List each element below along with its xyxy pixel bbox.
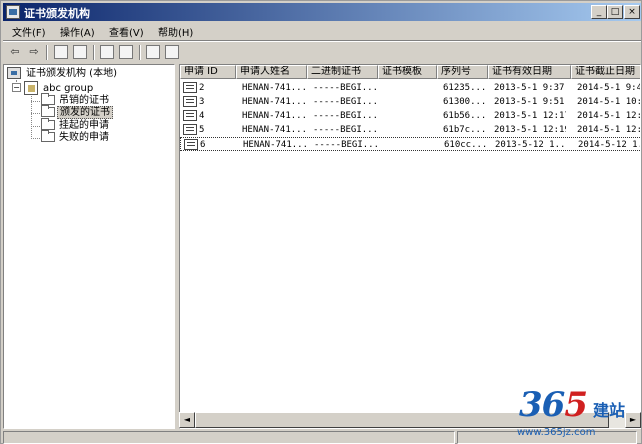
cell-valid-to: 2014-5-1 10:0: [577, 97, 641, 107]
cell-binary: -----BEGI...: [314, 140, 380, 150]
cell-binary: -----BEGI...: [313, 97, 379, 107]
ca-server-icon: [24, 81, 38, 95]
cell-requester: HENAN-741...: [242, 97, 308, 107]
window-title: 证书颁发机构: [24, 7, 90, 20]
column-header-binary[interactable]: 二进制证书: [307, 65, 378, 79]
certificate-authority-icon: [6, 5, 20, 19]
back-arrow-icon[interactable]: ⇦: [7, 44, 23, 60]
watermark-digits: 36: [519, 385, 565, 425]
cell-requester: HENAN-741...: [242, 111, 308, 121]
cell-valid-from: 2013-5-1 12:19: [494, 125, 566, 135]
list-header: 申请 ID 申请人姓名 二进制证书 证书模板 序列号 证书有效日期 证书截止日期: [180, 65, 640, 79]
column-header-valid-from[interactable]: 证书有效日期: [488, 65, 571, 79]
tree-item-issued[interactable]: 颁发的证书: [41, 105, 113, 119]
certificate-icon: [183, 82, 197, 93]
table-row[interactable]: 2 HENAN-741... -----BEGI... 61235... 2013-5-…: [180, 81, 641, 95]
help-icon[interactable]: [146, 45, 160, 59]
cell-request-id: 3: [199, 97, 205, 107]
cell-valid-from: 2013-5-12 1...: [495, 140, 567, 150]
certificate-icon: [183, 110, 197, 121]
cell-binary: -----BEGI...: [313, 83, 379, 93]
menu-action[interactable]: 操作(A): [60, 24, 95, 39]
cell-requester: HENAN-741...: [242, 83, 308, 93]
up-folder-icon[interactable]: [54, 45, 68, 59]
certificate-list[interactable]: 申请 ID 申请人姓名 二进制证书 证书模板 序列号 证书有效日期 证书截止日期…: [179, 64, 641, 429]
title-bar[interactable]: 证书颁发机构 _ □ ×: [3, 3, 641, 21]
folder-icon: [41, 130, 55, 142]
toolbar: ⇦ ⇨: [3, 42, 641, 62]
menu-view[interactable]: 查看(V): [109, 24, 144, 39]
watermark-cn-text: 建站: [593, 401, 626, 420]
watermark-url: www.365jz.com: [517, 427, 596, 438]
folder-icon: [41, 93, 55, 105]
computer-icon: [7, 67, 21, 79]
close-button[interactable]: ×: [624, 5, 640, 19]
watermark-digit-five: 5: [564, 385, 588, 425]
cell-valid-to: 2014-5-1 12:2: [577, 111, 641, 121]
tree-root[interactable]: 证书颁发机构 (本地): [7, 67, 119, 80]
collapse-expander[interactable]: −: [12, 83, 21, 92]
certificate-icon: [184, 139, 198, 150]
cell-valid-from: 2013-5-1 9:51: [494, 97, 565, 107]
folder-open-icon: [41, 105, 55, 117]
cell-requester: HENAN-741...: [242, 125, 308, 135]
cell-valid-from: 2013-5-1 9:37: [494, 83, 565, 93]
app-window: 证书颁发机构 _ □ × 文件(F) 操作(A) 查看(V) 帮助(H) ⇦ ⇨…: [0, 0, 642, 444]
status-panel-main: [3, 431, 455, 444]
cell-valid-to: 2014-5-1 9:47: [577, 83, 641, 93]
cell-request-id: 5: [199, 125, 205, 135]
toolbar-separator: [139, 45, 141, 60]
export-list-icon[interactable]: [119, 45, 133, 59]
console-tree[interactable]: 证书颁发机构 (本地) − abc group 吊销的证书 颁发的证书 挂起的申…: [3, 64, 175, 429]
menu-help[interactable]: 帮助(H): [158, 24, 193, 39]
cell-request-id: 6: [200, 140, 206, 150]
column-header-template[interactable]: 证书模板: [378, 65, 437, 79]
certificate-icon: [183, 96, 197, 107]
cell-binary: -----BEGI...: [313, 111, 379, 121]
folder-icon: [41, 118, 55, 130]
menu-bar: 文件(F) 操作(A) 查看(V) 帮助(H): [3, 22, 641, 40]
table-row[interactable]: 5 HENAN-741... -----BEGI... 61b7c... 2013-5-…: [180, 123, 641, 137]
tree-connector: [31, 101, 40, 102]
toolbar-separator: [93, 45, 95, 60]
site-watermark-logo: 365 建站 www.365jz.com: [517, 385, 641, 443]
column-header-request-id[interactable]: 申请 ID: [180, 65, 236, 79]
tree-root-label: 证书颁发机构 (本地): [26, 68, 117, 79]
properties-icon[interactable]: [100, 45, 114, 59]
tree-connector: [31, 126, 40, 127]
cell-request-id: 2: [199, 83, 205, 93]
cell-requester: HENAN-741...: [243, 140, 309, 150]
cell-request-id: 4: [199, 111, 205, 121]
minimize-button[interactable]: _: [591, 5, 607, 19]
new-window-icon[interactable]: [165, 45, 179, 59]
table-row[interactable]: 3 HENAN-741... -----BEGI... 61300... 2013-5-…: [180, 95, 641, 109]
tree-ca-node[interactable]: abc group: [24, 81, 95, 95]
certificate-icon: [183, 124, 197, 135]
tree-connector: [31, 113, 40, 114]
tree-item-failed[interactable]: 失败的申请: [41, 130, 111, 144]
table-row[interactable]: 4 HENAN-741... -----BEGI... 61b56... 2013-5-…: [180, 109, 641, 123]
forward-arrow-icon[interactable]: ⇨: [26, 44, 42, 60]
tree-ca-label: abc group: [43, 83, 94, 94]
menu-file[interactable]: 文件(F): [12, 24, 46, 39]
show-hide-tree-icon[interactable]: [73, 45, 87, 59]
tree-connector: [31, 138, 40, 139]
cell-binary: -----BEGI...: [313, 125, 379, 135]
cell-valid-from: 2013-5-1 12:17: [494, 111, 566, 121]
cell-valid-to: 2014-5-12 1...: [578, 140, 640, 150]
maximize-button[interactable]: □: [607, 5, 623, 19]
column-header-requester[interactable]: 申请人姓名: [236, 65, 307, 79]
cell-valid-to: 2014-5-1 12:2: [577, 125, 641, 135]
toolbar-separator: [46, 45, 48, 60]
scroll-left-button[interactable]: ◄: [179, 412, 195, 428]
tree-connector: [31, 96, 32, 139]
column-header-valid-to[interactable]: 证书截止日期: [571, 65, 640, 79]
column-header-serial[interactable]: 序列号: [437, 65, 488, 79]
table-row[interactable]: 6 HENAN-741... -----BEGI... 610cc... 2013-5-…: [180, 137, 640, 151]
